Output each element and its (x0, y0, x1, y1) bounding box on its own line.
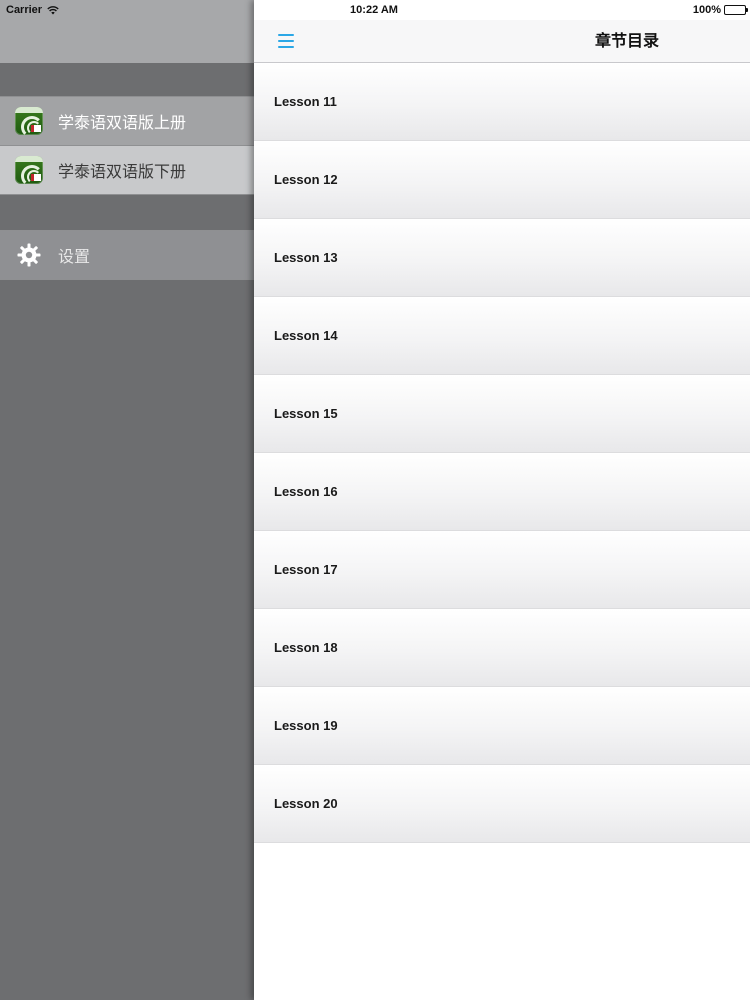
list-item-lesson[interactable]: Lesson 18 (254, 609, 750, 687)
lesson-label: Lesson 12 (274, 172, 338, 187)
menu-item-label: 学泰语双语版上册 (58, 113, 187, 132)
lesson-label: Lesson 15 (274, 406, 338, 421)
list-item-lesson[interactable]: Lesson 20 (254, 765, 750, 843)
battery-icon (724, 5, 748, 15)
menu-item-book-volume-2[interactable]: 学泰语双语版下册 (0, 145, 254, 194)
page-title: 章节目录 (594, 31, 659, 50)
gear-icon (17, 243, 41, 267)
lesson-label: Lesson 19 (274, 718, 338, 733)
menu-item-settings[interactable]: 设置 (0, 231, 254, 279)
status-carrier: Carrier (6, 4, 59, 16)
navigation-bar: 章节目录 (254, 20, 750, 63)
lesson-label: Lesson 11 (274, 94, 337, 109)
list-item-lesson[interactable]: Lesson 16 (254, 453, 750, 531)
list-item-lesson[interactable]: Lesson 12 (254, 141, 750, 219)
battery-percent: 100% (692, 4, 721, 16)
status-battery: 100% (692, 4, 748, 16)
list-item-lesson[interactable]: Lesson 11 (254, 63, 750, 141)
list-item-lesson[interactable]: Lesson 17 (254, 531, 750, 609)
lesson-label: Lesson 20 (274, 796, 338, 811)
lesson-label: Lesson 17 (274, 562, 338, 577)
lesson-label: Lesson 14 (274, 328, 338, 343)
list-item-lesson[interactable]: Lesson 14 (254, 297, 750, 375)
side-menu-header: Carrier (0, 0, 254, 63)
list-item-lesson[interactable]: Lesson 15 (254, 375, 750, 453)
lesson-list: Lesson 11 Lesson 12 Lesson 13 Lesson 14 … (254, 63, 750, 843)
list-item-lesson[interactable]: Lesson 13 (254, 219, 750, 297)
lesson-label: Lesson 16 (274, 484, 338, 499)
book-list: 学泰语双语版上册 学泰语双语版下册 (0, 96, 254, 195)
lesson-label: Lesson 13 (274, 250, 338, 265)
chapter-list-panel: 10:22 AM 100% 章节目录 Lesson 11 Lesson 12 L… (254, 0, 750, 1000)
menu-item-label: 设置 (58, 247, 91, 266)
app-icon (15, 107, 43, 135)
app-icon (15, 156, 43, 184)
lesson-label: Lesson 18 (274, 640, 338, 655)
menu-item-label: 学泰语双语版下册 (58, 162, 187, 181)
menu-item-book-volume-1[interactable]: 学泰语双语版上册 (0, 97, 254, 145)
settings-group: 设置 (0, 230, 254, 280)
list-item-lesson[interactable]: Lesson 19 (254, 687, 750, 765)
side-menu: Carrier 学泰语双语版上册 学泰语双语版下册 设置 (0, 0, 254, 1000)
status-time: 10:22 AM (350, 4, 398, 16)
carrier-label: Carrier (6, 4, 43, 16)
wifi-icon (47, 5, 59, 15)
